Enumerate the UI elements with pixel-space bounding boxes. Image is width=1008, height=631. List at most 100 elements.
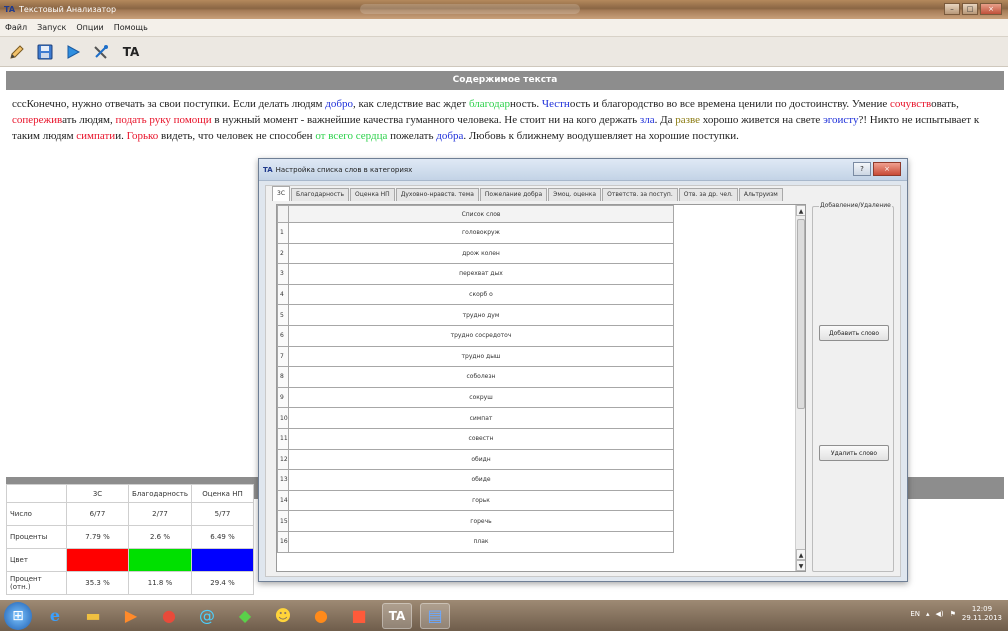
- taskbar-media-player[interactable]: ▶: [116, 603, 146, 629]
- flag-icon[interactable]: ⚑: [950, 610, 956, 618]
- category-tab[interactable]: Ответств. за поступ.: [602, 188, 678, 201]
- row-number: 3: [277, 263, 289, 285]
- taskbar-chrome[interactable]: ●: [154, 603, 184, 629]
- word-row[interactable]: 6 трудно сосредоточ: [277, 324, 674, 347]
- word-list-scrollbar[interactable]: ▲ ▲ ▼: [795, 205, 805, 571]
- ta-button[interactable]: TA: [118, 41, 144, 63]
- taskbar-app-blue[interactable]: @: [192, 603, 222, 629]
- category-tab[interactable]: Пожелание добра: [479, 188, 548, 201]
- language-indicator[interactable]: EN: [910, 610, 920, 618]
- word-cell[interactable]: трудно дыш: [288, 345, 674, 368]
- stats-cell: 11.8 %: [127, 571, 193, 595]
- menu-bar: Файл Запуск Опции Помощь: [0, 19, 1008, 37]
- category-tab[interactable]: Духовно-нравств. тема: [395, 188, 479, 201]
- at-sign-icon: @: [199, 606, 215, 625]
- word-row[interactable]: 13 обиде: [277, 469, 674, 491]
- taskbar-app-green[interactable]: ◆: [230, 603, 260, 629]
- run-button[interactable]: [62, 41, 84, 63]
- clock[interactable]: 12:09 29.11.2013: [962, 605, 1002, 623]
- taskbar-presentation[interactable]: ■: [344, 603, 374, 629]
- edit-button[interactable]: [6, 41, 28, 63]
- category-tab[interactable]: Эмоц. оценка: [548, 188, 602, 201]
- help-icon[interactable]: ?: [853, 162, 871, 176]
- taskbar-ie[interactable]: e: [40, 603, 70, 629]
- word-cell[interactable]: дрож колен: [288, 242, 674, 265]
- word-cell[interactable]: сокруш: [288, 386, 674, 409]
- word-cell[interactable]: обиде: [288, 469, 674, 491]
- category-tab[interactable]: Благодарность: [291, 188, 350, 201]
- start-button[interactable]: ⊞: [4, 601, 32, 630]
- close-icon[interactable]: ×: [980, 3, 1002, 15]
- scroll-up-icon[interactable]: ▲: [796, 549, 805, 560]
- row-number: 8: [277, 366, 289, 388]
- word-cell[interactable]: головокруж: [288, 222, 674, 244]
- tray-arrow-icon[interactable]: ▴: [926, 610, 930, 618]
- word-cell[interactable]: перехват дых: [288, 263, 674, 285]
- row-number: 2: [277, 242, 289, 265]
- word-cell[interactable]: трудно дум: [288, 304, 674, 326]
- word-row[interactable]: 4 скорб о: [277, 283, 674, 306]
- word-cell[interactable]: обидн: [288, 448, 674, 471]
- menu-run[interactable]: Запуск: [32, 23, 71, 32]
- color-swatch[interactable]: [66, 548, 129, 572]
- minimize-icon[interactable]: –: [944, 3, 960, 15]
- word-cell[interactable]: соболезн: [288, 366, 674, 388]
- volume-icon[interactable]: ◀): [936, 610, 944, 618]
- row-number: 14: [277, 489, 289, 512]
- word-cell[interactable]: скорб о: [288, 283, 674, 306]
- toolbar: TA: [0, 37, 1008, 67]
- floppy-disk-icon: [37, 44, 53, 59]
- text-segment: сссКонечно, нужно отвечать за свои посту…: [12, 98, 326, 110]
- word-row[interactable]: 5 трудно дум: [277, 304, 674, 326]
- word-cell[interactable]: трудно сосредоточ: [288, 324, 674, 347]
- scroll-down-icon[interactable]: ▼: [796, 560, 805, 571]
- category-tab[interactable]: Альтруизм: [738, 188, 783, 201]
- word-cell[interactable]: горьк: [288, 489, 674, 512]
- stats-cell: 2/77: [127, 502, 193, 526]
- dialog-close-icon[interactable]: ×: [873, 162, 901, 176]
- highlighted-word: разве: [675, 114, 701, 126]
- row-number: 7: [277, 345, 289, 368]
- word-cell[interactable]: горечь: [288, 510, 674, 532]
- menu-file[interactable]: Файл: [0, 23, 32, 32]
- taskbar-explorer[interactable]: ▬: [78, 603, 108, 629]
- row-number: 11: [277, 427, 289, 450]
- add-word-button[interactable]: Добавить слово: [819, 325, 889, 341]
- taskbar-app-yellow[interactable]: ☻: [268, 603, 298, 629]
- word-row[interactable]: 2 дрож колен: [277, 242, 674, 265]
- color-swatch[interactable]: [191, 548, 255, 572]
- word-cell[interactable]: симпат: [288, 407, 674, 429]
- save-button[interactable]: [34, 41, 56, 63]
- stats-row-relative-percent: Процент (отн.) 35.3 % 11.8 % 29.4 %: [6, 571, 255, 595]
- word-row[interactable]: 7 трудно дыш: [277, 345, 674, 368]
- media-player-icon: ▶: [124, 606, 138, 625]
- scroll-up-icon[interactable]: ▲: [796, 205, 805, 216]
- taskbar-ta-app[interactable]: TA: [382, 602, 412, 629]
- word-cell[interactable]: плак: [288, 530, 674, 553]
- category-tab[interactable]: Оценка НП: [350, 188, 395, 201]
- menu-help[interactable]: Помощь: [109, 23, 153, 32]
- app-icon: TA: [4, 5, 16, 14]
- word-row[interactable]: 15 горечь: [277, 510, 674, 532]
- word-row[interactable]: 12 обидн: [277, 448, 674, 471]
- word-row[interactable]: 14 горьк: [277, 489, 674, 512]
- word-row[interactable]: 10 симпат: [277, 407, 674, 429]
- color-swatch[interactable]: [127, 548, 193, 572]
- tools-button[interactable]: [90, 41, 112, 63]
- category-tab[interactable]: 3С: [272, 186, 291, 201]
- word-row[interactable]: 8 соболезн: [277, 366, 674, 388]
- word-row[interactable]: 16 плак: [277, 530, 674, 553]
- title-bar-blur: [360, 4, 580, 14]
- word-row[interactable]: 1 головокруж: [277, 222, 674, 244]
- remove-word-button[interactable]: Удалить слово: [819, 445, 889, 461]
- maximize-icon[interactable]: □: [962, 3, 978, 15]
- taskbar-firefox[interactable]: ●: [306, 603, 336, 629]
- word-row[interactable]: 11 совестн: [277, 427, 674, 450]
- menu-options[interactable]: Опции: [71, 23, 108, 32]
- word-row[interactable]: 9 сокруш: [277, 386, 674, 409]
- category-tab[interactable]: Отв. за др. чел.: [678, 188, 738, 201]
- scrollbar-thumb[interactable]: [797, 219, 805, 409]
- word-cell[interactable]: совестн: [288, 427, 674, 450]
- taskbar-document[interactable]: ▤: [420, 602, 450, 629]
- word-row[interactable]: 3 перехват дых: [277, 263, 674, 285]
